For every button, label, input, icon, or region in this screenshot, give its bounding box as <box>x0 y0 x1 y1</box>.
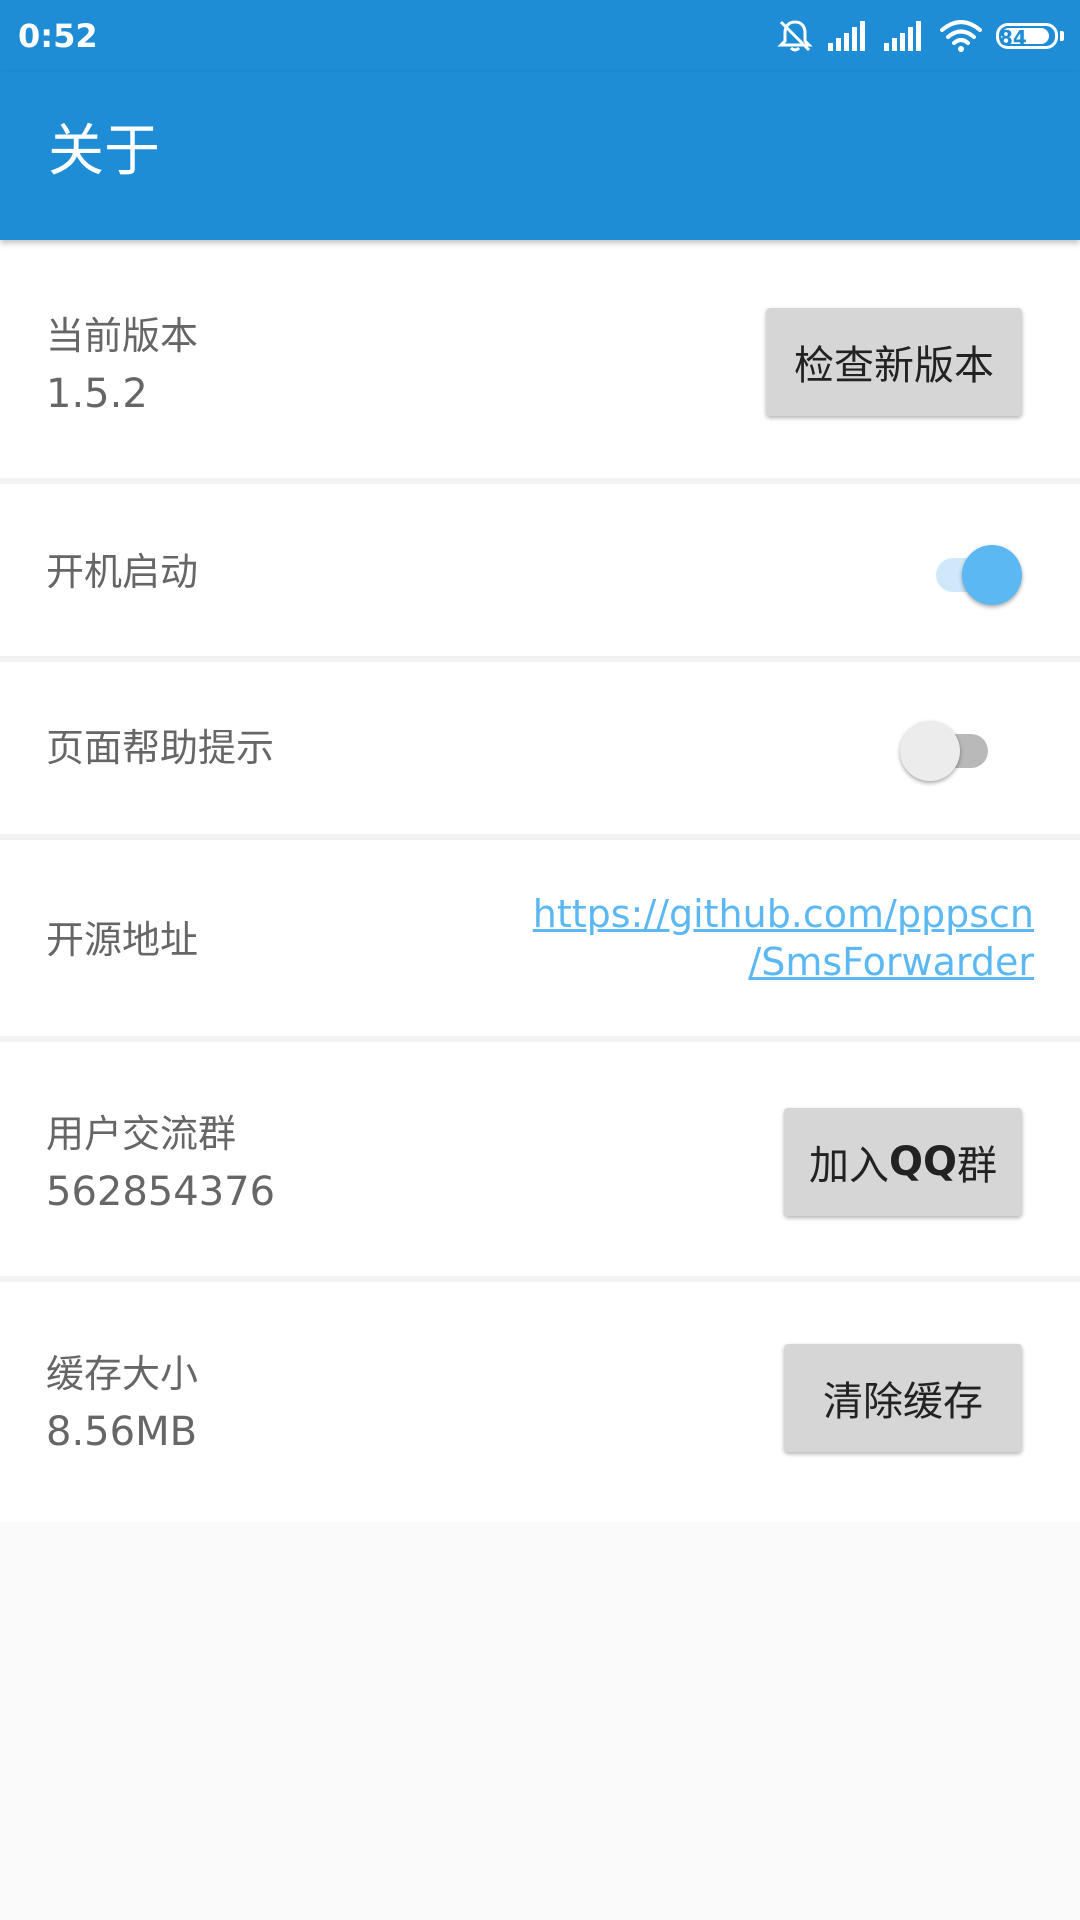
switch-thumb <box>900 721 960 781</box>
bell-muted-icon <box>776 17 814 55</box>
github-link-line1: https://github.com/pppscn <box>532 892 1034 936</box>
autostart-switch[interactable] <box>922 540 1022 605</box>
page-title: 关于 <box>48 119 160 184</box>
join-button-qq: QQ <box>888 1139 957 1185</box>
github-link-line2: /SmsForwarder <box>748 940 1034 984</box>
row-user-group: 用户交流群 562854376 加入 QQ 群 <box>0 1042 1080 1282</box>
signal-icon <box>884 21 928 51</box>
autostart-label: 开机启动 <box>46 550 199 594</box>
join-button-prefix: 加入 <box>808 1143 889 1189</box>
row-help-tips: 页面帮助提示 <box>0 662 1080 840</box>
battery-icon: 84 <box>996 23 1058 49</box>
join-qq-group-button[interactable]: 加入 QQ 群 <box>784 1108 1022 1216</box>
help-tips-switch[interactable] <box>900 716 1000 781</box>
settings-list: 当前版本 1.5.2 检查新版本 开机启动 页面帮助提示 开源地址 https:… <box>0 240 1080 1522</box>
current-version-value: 1.5.2 <box>46 371 148 417</box>
clear-cache-button[interactable]: 清除缓存 <box>784 1344 1022 1452</box>
current-version-label: 当前版本 <box>46 314 199 358</box>
user-group-number: 562854376 <box>46 1169 276 1215</box>
signal-icon <box>828 21 872 51</box>
status-bar: 0:52 84 <box>0 0 1080 72</box>
wifi-icon <box>940 20 982 52</box>
row-cache-size: 缓存大小 8.56MB 清除缓存 <box>0 1282 1080 1522</box>
source-url-label: 开源地址 <box>46 918 199 962</box>
row-source-url: 开源地址 https://github.com/pppscn /SmsForwa… <box>0 840 1080 1042</box>
row-autostart: 开机启动 <box>0 484 1080 662</box>
battery-level: 84 <box>999 26 1027 50</box>
github-link[interactable]: https://github.com/pppscn /SmsForwarder <box>533 890 1034 986</box>
cache-size-label: 缓存大小 <box>46 1352 199 1396</box>
check-update-button[interactable]: 检查新版本 <box>766 308 1022 416</box>
app-bar: 关于 <box>0 72 1080 240</box>
switch-thumb <box>962 545 1022 605</box>
row-current-version: 当前版本 1.5.2 检查新版本 <box>0 240 1080 484</box>
status-time: 0:52 <box>18 17 98 55</box>
help-tips-label: 页面帮助提示 <box>46 726 275 770</box>
status-icons: 84 <box>776 16 1064 56</box>
user-group-label: 用户交流群 <box>46 1112 237 1156</box>
join-button-suffix: 群 <box>957 1143 997 1189</box>
battery-tip <box>1060 31 1064 41</box>
cache-size-value: 8.56MB <box>46 1409 198 1455</box>
